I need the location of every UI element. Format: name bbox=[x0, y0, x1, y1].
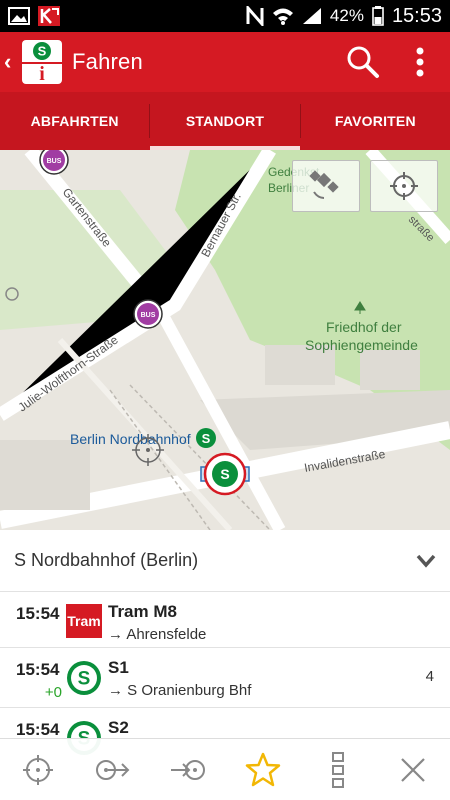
favorite-star-icon bbox=[245, 752, 280, 786]
battery-percent: 42% bbox=[329, 6, 364, 25]
app-notification-icon bbox=[38, 6, 60, 26]
satellite-toggle-button[interactable] bbox=[292, 160, 360, 212]
svg-text:BUS: BUS bbox=[47, 158, 62, 165]
close-button[interactable] bbox=[385, 742, 441, 798]
tab-standort[interactable]: STANDORT bbox=[150, 92, 300, 150]
tab-abfahrten[interactable]: ABFAHRTEN bbox=[0, 92, 149, 150]
arrive-at-button[interactable] bbox=[160, 742, 216, 798]
overflow-menu-icon[interactable] bbox=[416, 47, 424, 77]
bus-stop-marker-2[interactable]: BUS bbox=[133, 299, 163, 329]
more-options-button[interactable] bbox=[310, 742, 366, 798]
app-logo[interactable]: S i bbox=[22, 40, 62, 84]
satellite-icon bbox=[309, 170, 339, 199]
signal-icon bbox=[302, 8, 321, 24]
app-bar: ‹ S i Fahren bbox=[0, 32, 450, 92]
place-label-friedhof-2: Sophiengemeinde bbox=[305, 337, 418, 353]
chevron-down-icon[interactable] bbox=[416, 554, 436, 568]
gallery-notification-icon bbox=[8, 7, 30, 25]
svg-text:S: S bbox=[38, 44, 47, 59]
svg-text:S: S bbox=[78, 669, 91, 690]
battery-icon bbox=[372, 6, 384, 26]
search-icon[interactable] bbox=[346, 45, 380, 79]
wifi-icon bbox=[272, 8, 293, 25]
svg-text:S: S bbox=[220, 466, 229, 482]
line-name: S1 bbox=[108, 658, 129, 677]
svg-text:S: S bbox=[202, 431, 211, 446]
tab-favoriten[interactable]: FAVORITEN bbox=[301, 92, 450, 150]
tram-badge: Tram bbox=[66, 604, 102, 638]
nfc-icon bbox=[246, 6, 264, 26]
status-bar: 42% 15:53 bbox=[0, 0, 450, 32]
svg-text:BUS: BUS bbox=[141, 312, 156, 319]
platform-number: 4 bbox=[425, 668, 434, 685]
more-options-icon bbox=[331, 751, 344, 788]
place-label-friedhof-1: Friedhof der bbox=[326, 319, 402, 335]
sbahn-logo-icon: S bbox=[33, 42, 51, 60]
locate-me-button[interactable] bbox=[370, 160, 438, 212]
clock: 15:53 bbox=[391, 4, 442, 27]
sbahn-icon: S bbox=[67, 661, 101, 695]
departures-sheet: S Nordbahnhof (Berlin) 15:54 Tram Tram M… bbox=[0, 530, 450, 755]
bus-stop-marker-1[interactable]: BUS bbox=[39, 150, 69, 175]
departure-row[interactable]: 15:54 +0 S S1 → S Oranienburg Bhf 4 bbox=[0, 648, 450, 708]
bottom-toolbar bbox=[0, 738, 450, 800]
map-view[interactable]: Gartenstraße Bernauer Str. Julie-Wolftho… bbox=[0, 150, 450, 530]
destination: → S Oranienburg Bhf bbox=[108, 682, 252, 699]
tab-bar: ABFAHRTEN STANDORT FAVORITEN bbox=[0, 92, 450, 150]
destination: → Ahrensfelde bbox=[108, 626, 207, 643]
locate-crosshair-icon bbox=[390, 172, 418, 200]
depart-from-button[interactable] bbox=[85, 742, 141, 798]
departure-time: 15:54 bbox=[16, 660, 60, 679]
departure-row[interactable]: 15:54 Tram Tram M8 → Ahrensfelde bbox=[0, 592, 450, 648]
close-icon bbox=[400, 757, 425, 782]
departure-time: 15:54 bbox=[16, 720, 60, 739]
crosshair-icon bbox=[22, 754, 53, 785]
line-name: Tram M8 bbox=[108, 602, 177, 621]
station-title: S Nordbahnhof (Berlin) bbox=[14, 550, 199, 570]
station-label: Berlin Nordbahnhof bbox=[70, 431, 191, 447]
arrive-at-icon bbox=[170, 759, 205, 780]
info-letter: i bbox=[39, 62, 45, 85]
line-name: S2 bbox=[108, 718, 129, 737]
station-header[interactable]: S Nordbahnhof (Berlin) bbox=[0, 530, 450, 592]
locate-station-button[interactable] bbox=[10, 742, 66, 798]
favorite-button[interactable] bbox=[235, 742, 291, 798]
back-chevron-icon[interactable]: ‹ bbox=[0, 49, 22, 75]
departure-time: 15:54 bbox=[16, 604, 60, 623]
delay-indicator: +0 bbox=[44, 684, 62, 701]
depart-from-icon bbox=[95, 759, 129, 780]
page-title: Fahren bbox=[72, 49, 143, 74]
